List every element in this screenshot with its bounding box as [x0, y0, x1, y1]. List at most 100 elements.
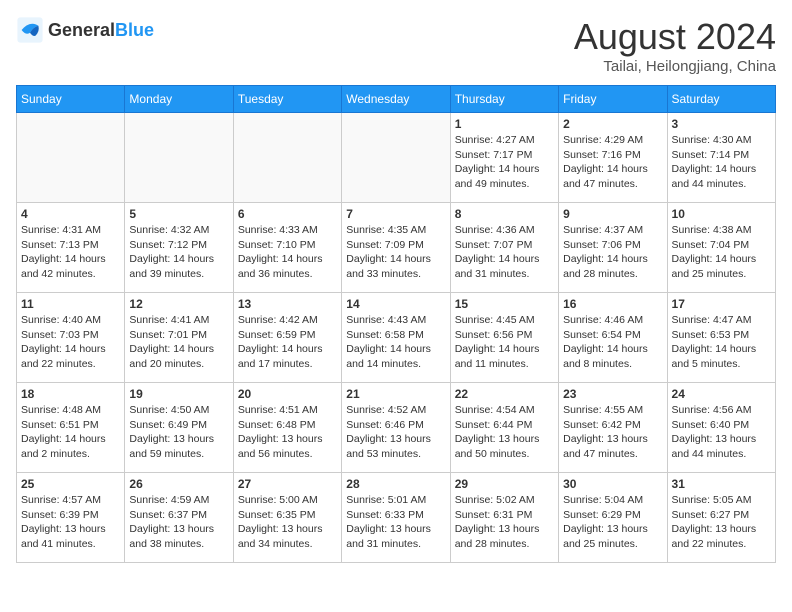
day-number: 14	[346, 297, 445, 311]
weekday-header-wednesday: Wednesday	[342, 86, 450, 113]
weekday-header-row: SundayMondayTuesdayWednesdayThursdayFrid…	[17, 86, 776, 113]
day-number: 4	[21, 207, 120, 221]
week-row-5: 25Sunrise: 4:57 AMSunset: 6:39 PMDayligh…	[17, 473, 776, 563]
day-number: 29	[455, 477, 554, 491]
logo-text: General Blue	[48, 20, 154, 41]
day-info: Sunrise: 4:45 AMSunset: 6:56 PMDaylight:…	[455, 313, 554, 372]
day-cell: 2 Sunrise: 4:29 AMSunset: 7:16 PMDaylight…	[559, 113, 667, 203]
day-number: 10	[672, 207, 771, 221]
day-number: 12	[129, 297, 228, 311]
day-info: Sunrise: 4:41 AMSunset: 7:01 PMDaylight:…	[129, 313, 228, 372]
day-cell: 21 Sunrise: 4:52 AMSunset: 6:46 PMDayligh…	[342, 383, 450, 473]
day-cell: 12 Sunrise: 4:41 AMSunset: 7:01 PMDayligh…	[125, 293, 233, 383]
day-number: 24	[672, 387, 771, 401]
day-info: Sunrise: 5:00 AMSunset: 6:35 PMDaylight:…	[238, 493, 337, 552]
page-header: General Blue August 2024 Tailai, Heilong…	[16, 16, 776, 75]
weekday-header-thursday: Thursday	[450, 86, 558, 113]
day-number: 2	[563, 117, 662, 131]
day-info: Sunrise: 4:47 AMSunset: 6:53 PMDaylight:…	[672, 313, 771, 372]
day-info: Sunrise: 4:55 AMSunset: 6:42 PMDaylight:…	[563, 403, 662, 462]
week-row-4: 18 Sunrise: 4:48 AMSunset: 6:51 PMDayligh…	[17, 383, 776, 473]
day-cell: 23 Sunrise: 4:55 AMSunset: 6:42 PMDayligh…	[559, 383, 667, 473]
day-cell: 8 Sunrise: 4:36 AMSunset: 7:07 PMDaylight…	[450, 203, 558, 293]
day-number: 11	[21, 297, 120, 311]
day-cell: 31 Sunrise: 5:05 AMSunset: 6:27 PMDayligh…	[667, 473, 775, 563]
day-info: Sunrise: 4:27 AMSunset: 7:17 PMDaylight:…	[455, 133, 554, 192]
day-cell: 6 Sunrise: 4:33 AMSunset: 7:10 PMDaylight…	[233, 203, 341, 293]
day-info: Sunrise: 4:38 AMSunset: 7:04 PMDaylight:…	[672, 223, 771, 282]
day-cell: 5 Sunrise: 4:32 AMSunset: 7:12 PMDaylight…	[125, 203, 233, 293]
day-info: Sunrise: 4:36 AMSunset: 7:07 PMDaylight:…	[455, 223, 554, 282]
day-info: Sunrise: 4:42 AMSunset: 6:59 PMDaylight:…	[238, 313, 337, 372]
day-number: 9	[563, 207, 662, 221]
day-info: Sunrise: 4:59 AMSunset: 6:37 PMDaylight:…	[129, 493, 228, 552]
weekday-header-sunday: Sunday	[17, 86, 125, 113]
day-number: 18	[21, 387, 120, 401]
day-info: Sunrise: 4:50 AMSunset: 6:49 PMDaylight:…	[129, 403, 228, 462]
day-info: Sunrise: 4:48 AMSunset: 6:51 PMDaylight:…	[21, 403, 120, 462]
day-cell: 20 Sunrise: 4:51 AMSunset: 6:48 PMDayligh…	[233, 383, 341, 473]
day-number: 19	[129, 387, 228, 401]
day-number: 26	[129, 477, 228, 491]
day-number: 27	[238, 477, 337, 491]
day-number: 13	[238, 297, 337, 311]
day-number: 28	[346, 477, 445, 491]
day-info: Sunrise: 4:37 AMSunset: 7:06 PMDaylight:…	[563, 223, 662, 282]
day-cell: 18 Sunrise: 4:48 AMSunset: 6:51 PMDayligh…	[17, 383, 125, 473]
day-number: 23	[563, 387, 662, 401]
day-number: 8	[455, 207, 554, 221]
weekday-header-tuesday: Tuesday	[233, 86, 341, 113]
day-info: Sunrise: 4:46 AMSunset: 6:54 PMDaylight:…	[563, 313, 662, 372]
day-cell: 25Sunrise: 4:57 AMSunset: 6:39 PMDayligh…	[17, 473, 125, 563]
title-block: August 2024 Tailai, Heilongjiang, China	[574, 16, 776, 75]
day-cell: 10 Sunrise: 4:38 AMSunset: 7:04 PMDayligh…	[667, 203, 775, 293]
day-cell	[233, 113, 341, 203]
day-info: Sunrise: 4:51 AMSunset: 6:48 PMDaylight:…	[238, 403, 337, 462]
day-cell: 22Sunrise: 4:54 AMSunset: 6:44 PMDayligh…	[450, 383, 558, 473]
day-number: 6	[238, 207, 337, 221]
day-info: Sunrise: 4:54 AMSunset: 6:44 PMDaylight:…	[455, 403, 554, 462]
day-cell: 24Sunrise: 4:56 AMSunset: 6:40 PMDayligh…	[667, 383, 775, 473]
weekday-header-saturday: Saturday	[667, 86, 775, 113]
day-info: Sunrise: 5:05 AMSunset: 6:27 PMDaylight:…	[672, 493, 771, 552]
day-cell: 9 Sunrise: 4:37 AMSunset: 7:06 PMDaylight…	[559, 203, 667, 293]
day-cell	[342, 113, 450, 203]
day-number: 31	[672, 477, 771, 491]
day-info: Sunrise: 4:29 AMSunset: 7:16 PMDaylight:…	[563, 133, 662, 192]
day-info: Sunrise: 4:33 AMSunset: 7:10 PMDaylight:…	[238, 223, 337, 282]
week-row-2: 4Sunrise: 4:31 AMSunset: 7:13 PMDaylight…	[17, 203, 776, 293]
day-cell: 16 Sunrise: 4:46 AMSunset: 6:54 PMDayligh…	[559, 293, 667, 383]
weekday-header-monday: Monday	[125, 86, 233, 113]
day-cell: 1 Sunrise: 4:27 AMSunset: 7:17 PMDaylight…	[450, 113, 558, 203]
day-cell: 15Sunrise: 4:45 AMSunset: 6:56 PMDayligh…	[450, 293, 558, 383]
day-cell: 29 Sunrise: 5:02 AMSunset: 6:31 PMDayligh…	[450, 473, 558, 563]
day-info: Sunrise: 4:32 AMSunset: 7:12 PMDaylight:…	[129, 223, 228, 282]
day-cell: 17 Sunrise: 4:47 AMSunset: 6:53 PMDayligh…	[667, 293, 775, 383]
day-number: 5	[129, 207, 228, 221]
day-number: 16	[563, 297, 662, 311]
day-number: 25	[21, 477, 120, 491]
day-cell: 7 Sunrise: 4:35 AMSunset: 7:09 PMDaylight…	[342, 203, 450, 293]
day-cell	[17, 113, 125, 203]
day-info: Sunrise: 5:01 AMSunset: 6:33 PMDaylight:…	[346, 493, 445, 552]
day-number: 17	[672, 297, 771, 311]
day-cell: 30 Sunrise: 5:04 AMSunset: 6:29 PMDayligh…	[559, 473, 667, 563]
day-cell: 27 Sunrise: 5:00 AMSunset: 6:35 PMDayligh…	[233, 473, 341, 563]
logo-icon	[16, 16, 44, 44]
location: Tailai, Heilongjiang, China	[574, 58, 776, 75]
day-info: Sunrise: 5:04 AMSunset: 6:29 PMDaylight:…	[563, 493, 662, 552]
day-cell: 11 Sunrise: 4:40 AMSunset: 7:03 PMDayligh…	[17, 293, 125, 383]
day-cell	[125, 113, 233, 203]
day-cell: 19 Sunrise: 4:50 AMSunset: 6:49 PMDayligh…	[125, 383, 233, 473]
logo: General Blue	[16, 16, 154, 44]
day-info: Sunrise: 4:35 AMSunset: 7:09 PMDaylight:…	[346, 223, 445, 282]
day-cell: 28 Sunrise: 5:01 AMSunset: 6:33 PMDayligh…	[342, 473, 450, 563]
day-info: Sunrise: 5:02 AMSunset: 6:31 PMDaylight:…	[455, 493, 554, 552]
day-number: 7	[346, 207, 445, 221]
day-info: Sunrise: 4:52 AMSunset: 6:46 PMDaylight:…	[346, 403, 445, 462]
day-number: 1	[455, 117, 554, 131]
day-number: 20	[238, 387, 337, 401]
day-info: Sunrise: 4:40 AMSunset: 7:03 PMDaylight:…	[21, 313, 120, 372]
day-number: 21	[346, 387, 445, 401]
day-number: 30	[563, 477, 662, 491]
